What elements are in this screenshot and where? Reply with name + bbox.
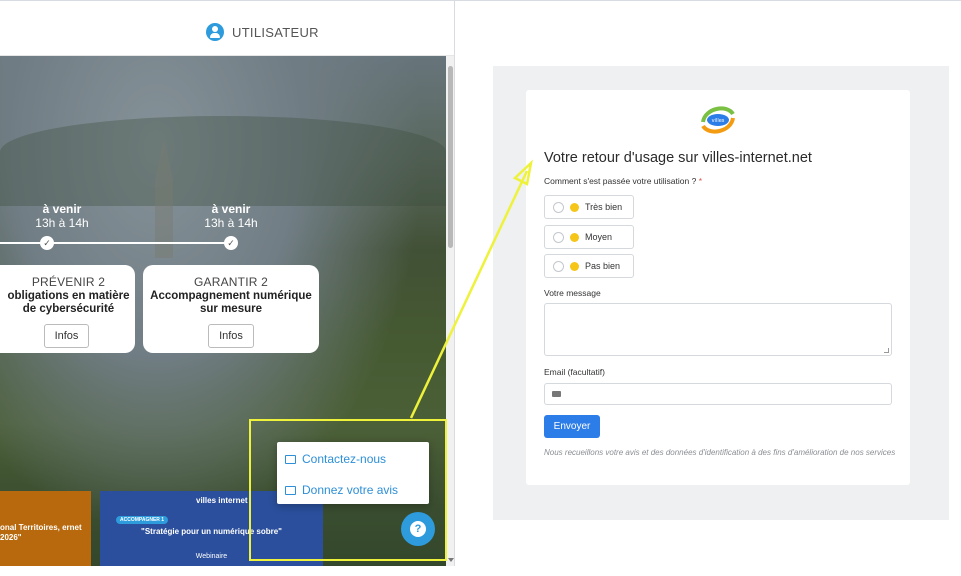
timeline-time: 13h à 14h [204,216,258,230]
user-icon [206,23,224,41]
scrollbar[interactable] [446,56,454,566]
event-category: PRÉVENIR 2 [31,275,106,289]
timeline-time: 13h à 14h [35,216,89,230]
infos-button[interactable]: Infos [43,324,90,348]
question-label: Comment s'est passée votre utilisation ?… [544,176,702,186]
scroll-down-icon[interactable] [448,558,454,562]
event-banner[interactable]: onal Territoires, ernet 2026" [0,491,91,566]
event-card: PRÉVENIR 2 obligations en matière de cyb… [0,265,135,353]
option-pas-bien[interactable]: Pas bien [544,254,634,278]
scrollbar-thumb[interactable] [448,66,453,248]
message-textarea[interactable] [544,303,892,356]
website-panel: UTILISATEUR à venir 13h à 14h à venir 13… [0,0,455,566]
option-moyen[interactable]: Moyen [544,225,634,249]
timeline-status: à venir [42,202,82,216]
event-title: obligations en matière de cybersécurité [7,290,130,315]
highlight-box [249,419,447,561]
option-label: Pas bien [585,261,621,271]
option-label: Très bien [585,202,623,212]
radio-button[interactable] [553,260,564,272]
villes-internet-logo-icon: villes [701,106,735,134]
question-text: Comment s'est passée votre utilisation ? [544,176,697,186]
event-category: GARANTIR 2 [193,275,268,289]
submit-button[interactable]: Envoyer [544,415,600,438]
banner-tag: ACCOMPAGNER 1 [116,516,169,524]
timeline-label: à venir 13h à 14h [181,202,281,230]
banner-text: onal Territoires, ernet 2026" [0,523,82,542]
email-field[interactable] [544,383,892,405]
email-label: Email (facultatif) [544,367,605,377]
option-label: Moyen [585,232,613,242]
resize-grip-icon[interactable] [884,348,889,353]
option-tres-bien[interactable]: Très bien [544,195,634,219]
villes-internet-logo: villes internet [196,496,248,505]
radio-button[interactable] [553,231,564,243]
sad-face-icon [570,261,579,271]
timeline-label: à venir 13h à 14h [12,202,112,230]
svg-text:villes: villes [712,118,725,124]
mail-icon [552,391,561,397]
infos-button[interactable]: Infos [208,324,254,348]
top-rule [455,0,961,1]
event-title: Accompagnement numérique sur mesure [150,290,312,315]
timeline-line [0,242,44,244]
timeline-line [50,242,226,244]
timeline-check-icon: ✓ [40,236,54,250]
privacy-disclaimer: Nous recueillons votre avis et des donné… [544,448,896,457]
message-label: Votre message [544,288,601,298]
timeline-check-icon: ✓ [224,236,238,250]
neutral-face-icon [570,232,579,242]
smile-icon [570,202,579,212]
user-menu[interactable]: UTILISATEUR [206,22,319,42]
required-mark: * [698,176,703,186]
timeline-status: à venir [211,202,251,216]
form-title: Votre retour d'usage sur villes-internet… [544,150,812,166]
screen: UTILISATEUR à venir 13h à 14h à venir 13… [0,0,961,576]
radio-button[interactable] [553,201,564,213]
top-bar: UTILISATEUR [0,1,454,56]
user-label: UTILISATEUR [232,24,319,40]
event-card: GARANTIR 2 Accompagnement numérique sur … [143,265,319,353]
